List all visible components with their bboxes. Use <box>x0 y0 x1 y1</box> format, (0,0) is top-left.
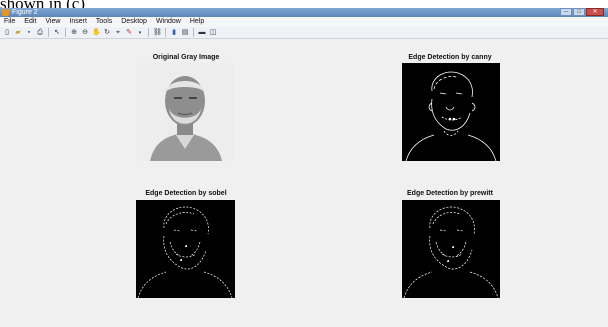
menu-view[interactable]: View <box>45 17 60 27</box>
data-cursor-icon[interactable]: ⌖ <box>114 29 122 37</box>
zoom-in-icon[interactable]: ⊕ <box>70 29 78 37</box>
window-title: Figure 2 <box>12 9 38 16</box>
menu-insert[interactable]: Insert <box>69 17 87 27</box>
canny-edges <box>405 71 497 161</box>
toolbar-separator <box>48 28 49 37</box>
toolbar-separator <box>193 28 194 37</box>
toolbar-separator <box>65 28 66 37</box>
new-figure-icon[interactable]: ▯ <box>3 29 11 37</box>
pan-icon[interactable]: ✋ <box>92 29 101 37</box>
maximize-button[interactable]: □ <box>573 8 585 16</box>
portrait-graphic <box>136 63 235 161</box>
prewitt-edge-image <box>402 200 500 298</box>
menu-desktop[interactable]: Desktop <box>121 17 147 27</box>
menu-edit[interactable]: Edit <box>24 17 36 27</box>
toolbar-separator <box>148 28 149 37</box>
print-icon[interactable]: ⎙ <box>36 29 44 37</box>
figure-toolbar: ▯ ▰ ▪ ⎙ ↖ ⊕ ⊖ ✋ ↻ ⌖ ✎ ▾ ⛓ ▮ ▤ ▬ ◫ <box>0 27 608 39</box>
pointer-icon[interactable]: ↖ <box>53 29 61 37</box>
open-icon[interactable]: ▰ <box>14 29 22 37</box>
zoom-out-icon[interactable]: ⊖ <box>81 29 89 37</box>
link-icon[interactable]: ⛓ <box>153 29 162 37</box>
matlab-figure-icon <box>2 9 9 16</box>
save-icon[interactable]: ▪ <box>25 29 33 37</box>
minimize-button[interactable]: – <box>560 8 572 16</box>
brush-dropdown-icon[interactable]: ▾ <box>136 29 144 37</box>
panel-title-sobel: Edge Detection by sobel <box>145 190 227 197</box>
rotate-icon[interactable]: ↻ <box>103 29 111 37</box>
title-bar[interactable]: Figure 2 – □ ✕ <box>0 8 608 17</box>
figure-window: Figure 2 – □ ✕ File Edit View Insert Too… <box>0 8 608 327</box>
sobel-edges <box>137 206 233 298</box>
colorbar-icon[interactable]: ▮ <box>170 29 178 37</box>
menu-help[interactable]: Help <box>190 17 204 27</box>
panel-title-prewitt: Edge Detection by prewitt <box>407 190 493 197</box>
brush-icon[interactable]: ✎ <box>125 29 133 37</box>
prewitt-edges <box>403 206 499 298</box>
close-button[interactable]: ✕ <box>586 8 604 16</box>
sobel-edge-image <box>136 200 235 298</box>
menu-tools[interactable]: Tools <box>96 17 112 27</box>
original-gray-image <box>136 63 235 161</box>
show-plot-tools-icon[interactable]: ◫ <box>209 29 217 37</box>
menu-file[interactable]: File <box>4 17 15 27</box>
panel-title-canny: Edge Detection by canny <box>408 54 492 61</box>
canny-edge-image <box>402 63 500 161</box>
hide-plot-tools-icon[interactable]: ▬ <box>198 29 206 37</box>
menu-window[interactable]: Window <box>156 17 181 27</box>
toolbar-separator <box>165 28 166 37</box>
panel-title-original: Original Gray Image <box>152 54 220 61</box>
legend-icon[interactable]: ▤ <box>181 29 189 37</box>
menu-bar: File Edit View Insert Tools Desktop Wind… <box>0 17 608 34</box>
